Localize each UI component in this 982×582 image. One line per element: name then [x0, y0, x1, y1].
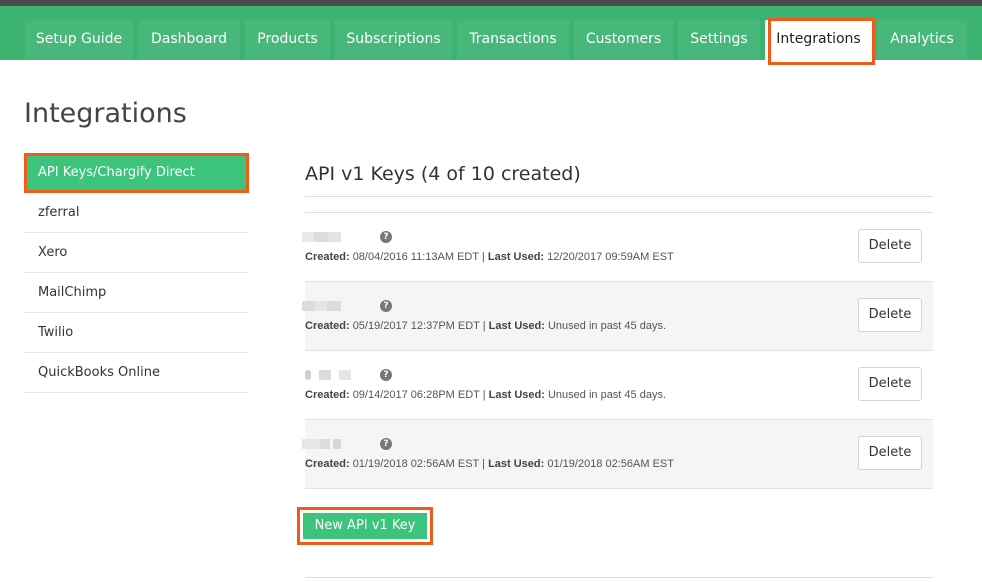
api-keys-section-title: API v1 Keys (4 of 10 created)	[305, 163, 581, 185]
question-circle-icon[interactable]: ?	[380, 369, 392, 381]
question-circle-icon[interactable]: ?	[380, 231, 392, 243]
sidebar-item-api-keys[interactable]: API Keys/Chargify Direct	[24, 153, 249, 193]
tab-settings[interactable]: Settings	[678, 20, 760, 60]
tab-dashboard[interactable]: Dashboard	[138, 20, 240, 60]
tab-products[interactable]: Products	[245, 20, 330, 60]
api-key-row: ? Created: 01/19/2018 02:56AM EST | Last…	[302, 420, 933, 489]
sidebar-item-xero[interactable]: Xero	[24, 233, 249, 273]
sidebar-item-twilio[interactable]: Twilio	[24, 313, 249, 353]
api-key-row: ? Created: 08/04/2016 11:13AM EDT | Last…	[302, 213, 933, 282]
tab-analytics[interactable]: Analytics	[877, 20, 967, 60]
integrations-sidebar: API Keys/Chargify Direct zferral Xero Ma…	[24, 153, 249, 393]
tab-customers[interactable]: Customers	[574, 20, 673, 60]
main-nav: Setup Guide Dashboard Products Subscript…	[0, 6, 982, 60]
key-metadata: Created: 09/14/2017 06:28PM EDT | Last U…	[305, 389, 667, 401]
question-circle-icon[interactable]: ?	[380, 438, 392, 450]
key-metadata: Created: 01/19/2018 02:56AM EST | Last U…	[305, 458, 674, 470]
sidebar-item-mailchimp[interactable]: MailChimp	[24, 273, 249, 313]
key-metadata: Created: 08/04/2016 11:13AM EDT | Last U…	[305, 251, 674, 263]
tab-transactions[interactable]: Transactions	[457, 20, 569, 60]
tab-subscriptions[interactable]: Subscriptions	[335, 20, 452, 60]
key-metadata: Created: 05/19/2017 12:37PM EDT | Last U…	[305, 320, 667, 332]
delete-key-button[interactable]: Delete	[858, 436, 922, 470]
delete-key-button[interactable]: Delete	[858, 298, 922, 332]
sidebar-item-zferral[interactable]: zferral	[24, 193, 249, 233]
new-api-key-button[interactable]: New API v1 Key	[297, 507, 433, 545]
api-key-row: ? Created: 09/14/2017 06:28PM EDT | Last…	[305, 351, 933, 420]
api-key-row: ? Created: 05/19/2017 12:37PM EDT | Last…	[302, 282, 933, 351]
delete-key-button[interactable]: Delete	[858, 229, 922, 263]
delete-key-button[interactable]: Delete	[858, 367, 922, 401]
page-title: Integrations	[24, 98, 187, 129]
sidebar-item-quickbooks-online[interactable]: QuickBooks Online	[24, 353, 249, 393]
tab-integrations[interactable]: Integrations	[765, 20, 872, 60]
tab-setup-guide[interactable]: Setup Guide	[25, 20, 133, 60]
bottom-divider	[305, 577, 933, 578]
new-api-key-button-label: New API v1 Key	[303, 513, 427, 539]
section-divider	[305, 196, 933, 197]
question-circle-icon[interactable]: ?	[380, 300, 392, 312]
